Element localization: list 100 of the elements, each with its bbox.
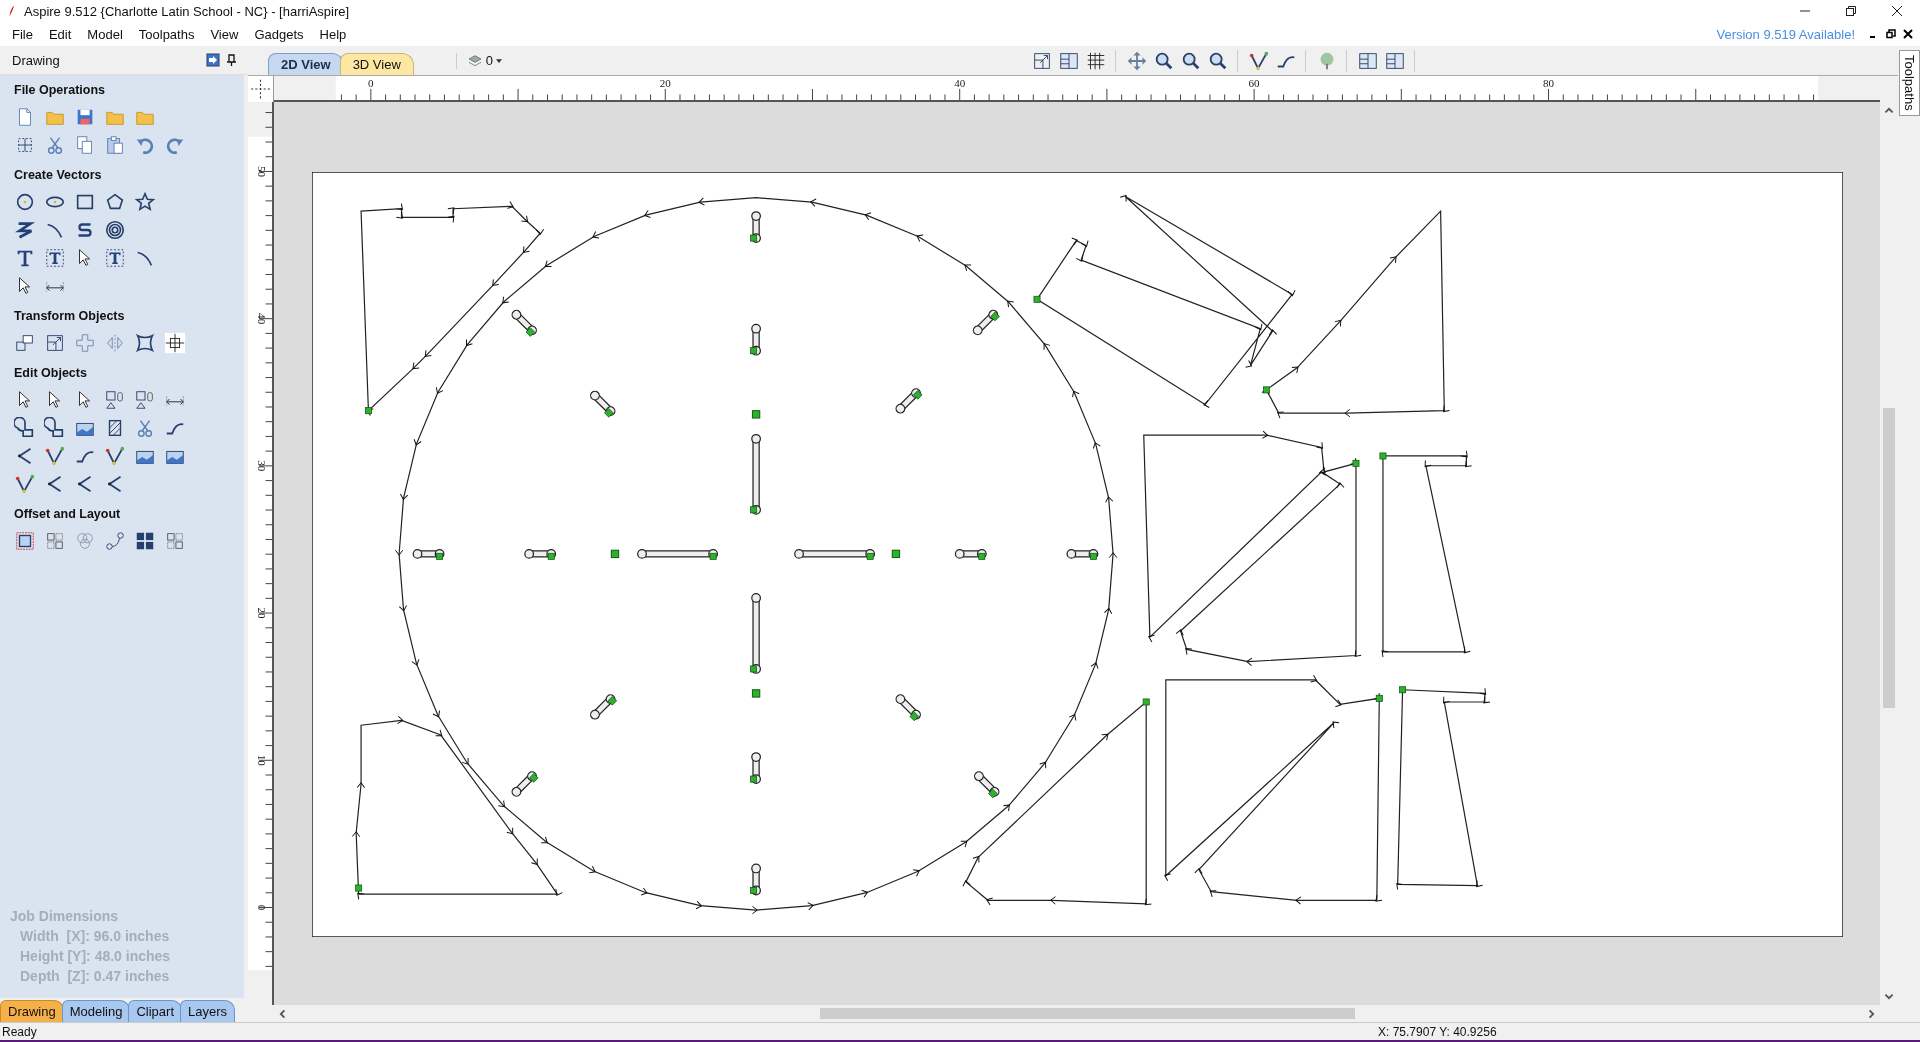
slot-shape[interactable]	[750, 211, 761, 243]
menu-item[interactable]: File	[4, 26, 41, 42]
scale-icon[interactable]	[44, 332, 66, 354]
section-title: Edit Objects	[14, 366, 88, 380]
menu-item[interactable]: Toolpaths	[130, 26, 203, 42]
offset-icon[interactable]	[14, 530, 36, 552]
close-icon[interactable]	[1903, 29, 1913, 39]
ruler-label: 10	[256, 754, 269, 766]
status-message: Ready	[1, 1024, 38, 1039]
star-icon[interactable]	[134, 191, 156, 213]
ruler-label: 30	[256, 460, 269, 472]
restore-icon[interactable]	[1886, 29, 1896, 39]
window-title: Aspire 9.512 {Charlotte Latin School - NC} - [harriAspire]	[24, 3, 350, 19]
panel-layout-icon[interactable]	[1357, 50, 1379, 72]
slot-shape[interactable]	[794, 549, 876, 560]
section-title: Create Vectors	[14, 168, 103, 182]
ruler-label: 50	[256, 165, 269, 177]
panel-title: Drawing	[12, 52, 60, 68]
menu-item[interactable]: Gadgets	[246, 26, 312, 42]
node-icon[interactable]	[104, 445, 126, 467]
panel-layout-icon[interactable]	[1384, 50, 1406, 72]
slot-shape[interactable]	[750, 752, 761, 784]
text-frame-icon[interactable]	[44, 247, 66, 269]
job-dimensions-title: Job Dimensions	[10, 907, 120, 926]
restore-icon[interactable]	[1845, 5, 1857, 17]
section-title: File Operations	[14, 83, 106, 97]
ruler-label: 20	[659, 77, 671, 90]
menu-item[interactable]: Model	[79, 26, 131, 42]
slot-shape[interactable]	[524, 549, 557, 560]
shape-icon[interactable]	[44, 417, 66, 439]
grid-icon[interactable]	[44, 530, 66, 552]
paste-icon[interactable]	[104, 134, 126, 156]
text-frame-icon[interactable]	[104, 247, 126, 269]
zoom-icon[interactable]	[1207, 50, 1229, 72]
circle-icon[interactable]	[14, 191, 36, 213]
ruler-label: 60	[1248, 77, 1260, 90]
panel-tab[interactable]: Drawing	[0, 1000, 64, 1022]
target-icon[interactable]	[164, 332, 186, 354]
ruler-label: 80	[1543, 77, 1555, 90]
update-link[interactable]: Version 9.519 Available!	[1716, 26, 1855, 42]
ruler-origin-icon[interactable]	[248, 76, 274, 102]
spiral-icon[interactable]	[104, 219, 126, 241]
ruler-label: 40	[256, 313, 269, 325]
ruler-label: 20	[256, 607, 269, 619]
group-icon[interactable]	[104, 389, 126, 411]
vector-shape[interactable]	[962, 698, 1152, 906]
ruler-label: 0	[368, 77, 374, 90]
job-dimension-line: Height [Y]: 48.0 inches	[19, 947, 172, 966]
panel-tab[interactable]: Layers	[180, 1000, 236, 1022]
close-icon[interactable]	[1891, 5, 1903, 17]
scrollbar-thumb[interactable]	[820, 1008, 1355, 1019]
slot-shape[interactable]	[954, 549, 987, 560]
zoom-icon[interactable]	[1180, 50, 1202, 72]
panel-tab[interactable]: Clipart	[128, 1000, 183, 1022]
ruler-label: 40	[954, 77, 966, 90]
dock-icon[interactable]	[206, 53, 220, 67]
node-icon[interactable]	[44, 445, 66, 467]
start-point-marker	[751, 689, 761, 698]
panel-tab[interactable]: Modeling	[61, 1000, 131, 1022]
job-dimension-line: Width [X]: 96.0 inches	[19, 927, 171, 946]
move-arrows-icon[interactable]	[1126, 50, 1148, 72]
caret-icon	[496, 58, 503, 63]
node-icon[interactable]	[1248, 50, 1270, 72]
slot-shape[interactable]	[750, 863, 761, 896]
slot-shape[interactable]	[637, 549, 719, 560]
ruler-label: 0	[256, 904, 269, 911]
menu-item[interactable]: View	[202, 26, 247, 42]
slot-shape[interactable]	[1066, 549, 1099, 560]
side-tab[interactable]: Toolpaths	[1898, 50, 1920, 116]
vector-shape[interactable]	[1033, 194, 1296, 408]
shape-icon[interactable]	[14, 417, 36, 439]
layer-dropdown[interactable]: 0	[455, 52, 503, 69]
chain-icon[interactable]	[104, 530, 126, 552]
distort-icon[interactable]	[134, 332, 156, 354]
slot-shape[interactable]	[750, 323, 761, 356]
node-icon[interactable]	[14, 473, 36, 495]
layers-icon	[466, 52, 483, 69]
zoom-icon[interactable]	[1153, 50, 1175, 72]
slot-shape[interactable]	[412, 549, 445, 560]
start-point-marker	[610, 549, 620, 559]
grid-icon[interactable]	[164, 530, 186, 552]
menu-item[interactable]: Edit	[40, 26, 80, 42]
array-icon[interactable]	[134, 530, 156, 552]
slot-shape[interactable]	[750, 433, 761, 515]
menu-item[interactable]: Help	[311, 26, 355, 42]
move-icon[interactable]	[14, 332, 36, 354]
zigzag-icon[interactable]	[14, 219, 36, 241]
cursor-coordinates: X: 75.7907 Y: 40.9256	[1378, 1024, 1497, 1039]
pin-icon[interactable]	[224, 53, 238, 67]
scale-icon[interactable]	[1031, 50, 1053, 72]
scrollbar-thumb[interactable]	[1883, 408, 1895, 708]
section-title: Offset and Layout	[14, 507, 122, 521]
group-icon[interactable]	[134, 389, 156, 411]
grid-lines-icon[interactable]	[1085, 50, 1107, 72]
view-tab[interactable]: 3D View	[339, 53, 414, 75]
start-point-marker	[751, 410, 761, 419]
start-point-marker	[891, 549, 901, 559]
panel-layout-icon[interactable]	[1058, 50, 1080, 72]
slot-shape[interactable]	[750, 593, 761, 674]
app-logo-icon	[8, 4, 16, 18]
